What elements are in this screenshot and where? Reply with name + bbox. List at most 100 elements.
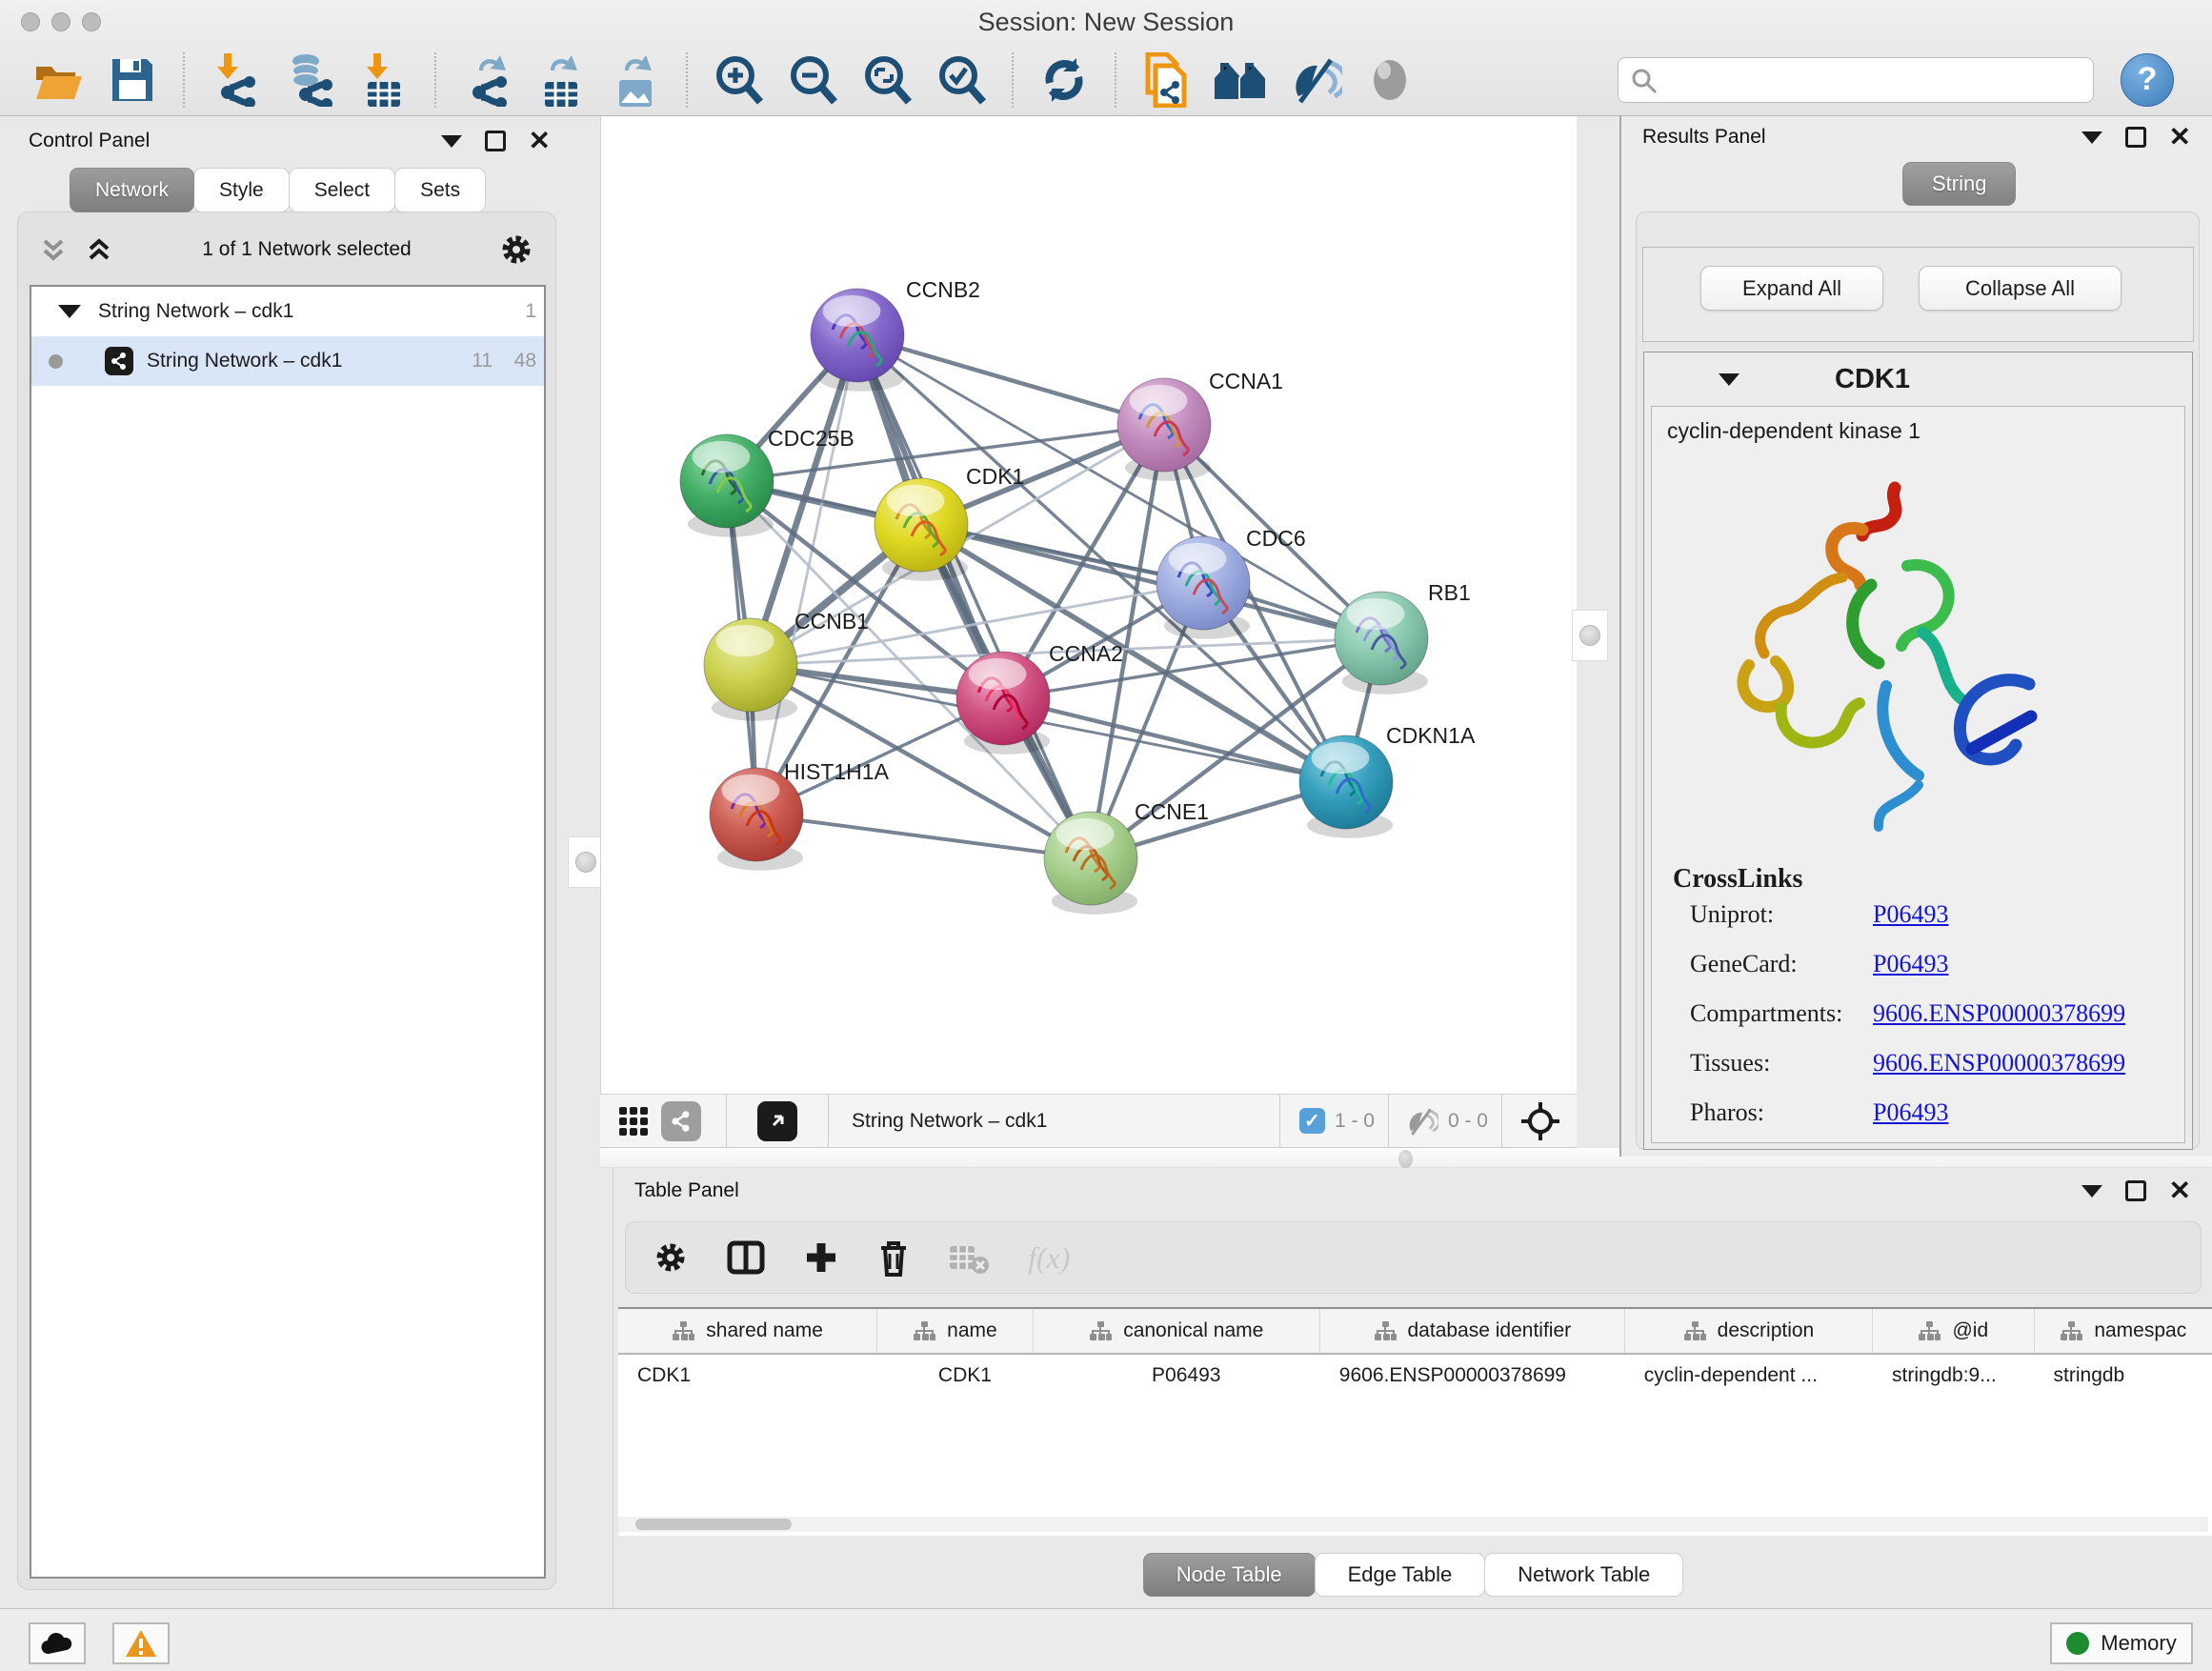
network-node-RB1[interactable]: RB1 [1335, 580, 1471, 695]
column-header-label: @id [1952, 1319, 1988, 1342]
open-session-button[interactable] [21, 50, 95, 111]
float-menu-icon[interactable] [2081, 1185, 2102, 1198]
tab-network[interactable]: Network [70, 168, 194, 212]
apply-layout-button[interactable] [1027, 50, 1101, 111]
column-header-shared-name[interactable]: shared name [618, 1309, 877, 1353]
gear-icon[interactable] [498, 232, 534, 268]
close-panel-icon[interactable]: ✕ [529, 131, 551, 151]
network-node-CDK1[interactable]: CDK1 [875, 464, 1024, 581]
table-panel: Table Panel ✕ f(x) shared [613, 1168, 2212, 1608]
crosslink-value-link[interactable]: P06493 [1873, 950, 1948, 978]
column-header-canonical-name[interactable]: canonical name [1034, 1309, 1320, 1353]
save-session-button[interactable] [95, 50, 170, 111]
crosslink-value-link[interactable]: P06493 [1873, 1098, 1948, 1127]
toolbar-separator [1012, 52, 1014, 108]
hide-selected-button[interactable] [1278, 50, 1353, 111]
crosslink-value-link[interactable]: 9606.ENSP00000378699 [1873, 999, 2125, 1028]
import-network-file-button[interactable] [198, 50, 272, 111]
birdseye-toggle-icon[interactable] [757, 1101, 797, 1141]
crosslinks-block: CrossLinks Uniprot:P06493GeneCard:P06493… [1673, 864, 2184, 1127]
right-splitter-handle[interactable] [1572, 610, 1608, 661]
column-header-description[interactable]: description [1625, 1309, 1873, 1353]
crosslink-row: GeneCard:P06493 [1673, 950, 2184, 978]
table-settings-gear-icon[interactable] [653, 1239, 689, 1276]
network-node-CCNA1[interactable]: CCNA1 [1117, 369, 1283, 481]
tab-sets[interactable]: Sets [394, 168, 486, 212]
network-node-CCNB1[interactable]: CCNB1 [704, 609, 869, 721]
import-network-database-button[interactable] [272, 50, 347, 111]
network-node-CCNA2[interactable]: CCNA2 [956, 641, 1123, 755]
network-node-HIST1H1A[interactable]: HIST1H1A [710, 759, 890, 871]
zoom-out-button[interactable] [775, 50, 850, 111]
crosslink-value-link[interactable]: 9606.ENSP00000378699 [1873, 1049, 2125, 1077]
float-panel-icon[interactable] [2125, 1180, 2146, 1201]
close-panel-icon[interactable]: ✕ [2169, 127, 2191, 148]
zoom-fit-button[interactable] [850, 50, 924, 111]
help-button[interactable]: ? [2121, 53, 2174, 107]
search-input[interactable] [1618, 57, 2094, 103]
memory-button[interactable]: Memory [2050, 1622, 2193, 1664]
import-table-file-button[interactable] [347, 50, 421, 111]
toolbar-separator [434, 52, 436, 108]
table-row[interactable]: CDK1CDK1P064939606.ENSP00000378699cyclin… [618, 1355, 2212, 1397]
export-image-button[interactable] [598, 50, 673, 111]
share-document-button[interactable] [1130, 50, 1204, 111]
export-table-button[interactable] [524, 50, 598, 111]
column-header-name[interactable]: name [877, 1309, 1034, 1353]
table-cell: CDK1 [618, 1355, 877, 1397]
crosshair-icon[interactable] [1519, 1100, 1561, 1142]
tab-edge-table[interactable]: Edge Table [1315, 1553, 1486, 1597]
network-edge[interactable] [756, 335, 857, 815]
delete-column-icon[interactable] [877, 1238, 910, 1277]
network-overview-button[interactable] [1204, 50, 1278, 111]
gene-section-header[interactable]: CDK1 [1644, 352, 2192, 406]
network-edge[interactable] [756, 815, 1091, 858]
network-share-icon[interactable] [661, 1101, 701, 1141]
expand-all-chevron-icon[interactable] [83, 233, 115, 266]
cloud-status-button[interactable] [29, 1622, 86, 1664]
collapse-all-chevron-icon[interactable] [37, 233, 70, 266]
warning-status-button[interactable] [112, 1622, 170, 1664]
column-header-database-identifier[interactable]: database identifier [1320, 1309, 1625, 1353]
zoom-in-button[interactable] [701, 50, 775, 111]
left-splitter-handle[interactable] [568, 836, 604, 888]
tab-node-table[interactable]: Node Table [1143, 1553, 1316, 1597]
section-collapse-icon[interactable] [1719, 373, 1739, 386]
float-panel-icon[interactable] [2125, 127, 2146, 148]
scrollbar-thumb[interactable] [635, 1519, 792, 1530]
float-menu-icon[interactable] [2081, 131, 2102, 144]
network-node-count: 11 [449, 350, 493, 372]
expand-all-button[interactable]: Expand All [1700, 266, 1883, 311]
add-column-icon[interactable] [803, 1239, 839, 1276]
grid-view-icon[interactable] [613, 1101, 654, 1141]
network-row[interactable]: String Network – cdk1 11 48 [31, 336, 544, 386]
zoom-selected-button[interactable] [924, 50, 998, 111]
show-all-button[interactable] [1353, 50, 1427, 111]
network-edge[interactable] [857, 335, 1091, 858]
network-node-CCNB2[interactable]: CCNB2 [811, 277, 980, 392]
tree-hierarchy-icon [1918, 1320, 1941, 1341]
export-network-button[interactable] [450, 50, 524, 111]
table-horizontal-scrollbar[interactable] [618, 1517, 2208, 1532]
show-columns-icon[interactable] [727, 1238, 765, 1277]
network-node-CDKN1A[interactable]: CDKN1A [1299, 723, 1476, 838]
selected-nodes-checkbox[interactable]: ✓ [1299, 1108, 1325, 1134]
float-panel-icon[interactable] [485, 131, 506, 151]
float-menu-icon[interactable] [441, 135, 462, 148]
collection-expand-icon[interactable] [58, 305, 81, 318]
network-collection-row[interactable]: String Network – cdk1 1 [31, 287, 544, 336]
tab-network-table[interactable]: Network Table [1484, 1553, 1683, 1597]
toolbar-separator [183, 52, 185, 108]
crosslink-value-link[interactable]: P06493 [1873, 900, 1948, 929]
column-header-@id[interactable]: @id [1873, 1309, 2035, 1353]
tab-string[interactable]: String [1902, 162, 2016, 206]
collapse-all-button[interactable]: Collapse All [1919, 266, 2122, 311]
network-canvas[interactable]: CCNB2CCNA1CDC25BCDK1CDC6RB1CCNB1CCNA2CDK… [600, 116, 1577, 1094]
tab-style[interactable]: Style [193, 168, 290, 212]
network-node-CDC25B[interactable]: CDC25B [680, 426, 855, 537]
close-panel-icon[interactable]: ✕ [2169, 1180, 2191, 1201]
tab-select[interactable]: Select [289, 168, 395, 212]
control-panel-tabs: Network Style Select Sets [70, 168, 485, 212]
refresh-arrows-icon [1040, 54, 1088, 106]
column-header-namespac[interactable]: namespac [2035, 1309, 2212, 1353]
